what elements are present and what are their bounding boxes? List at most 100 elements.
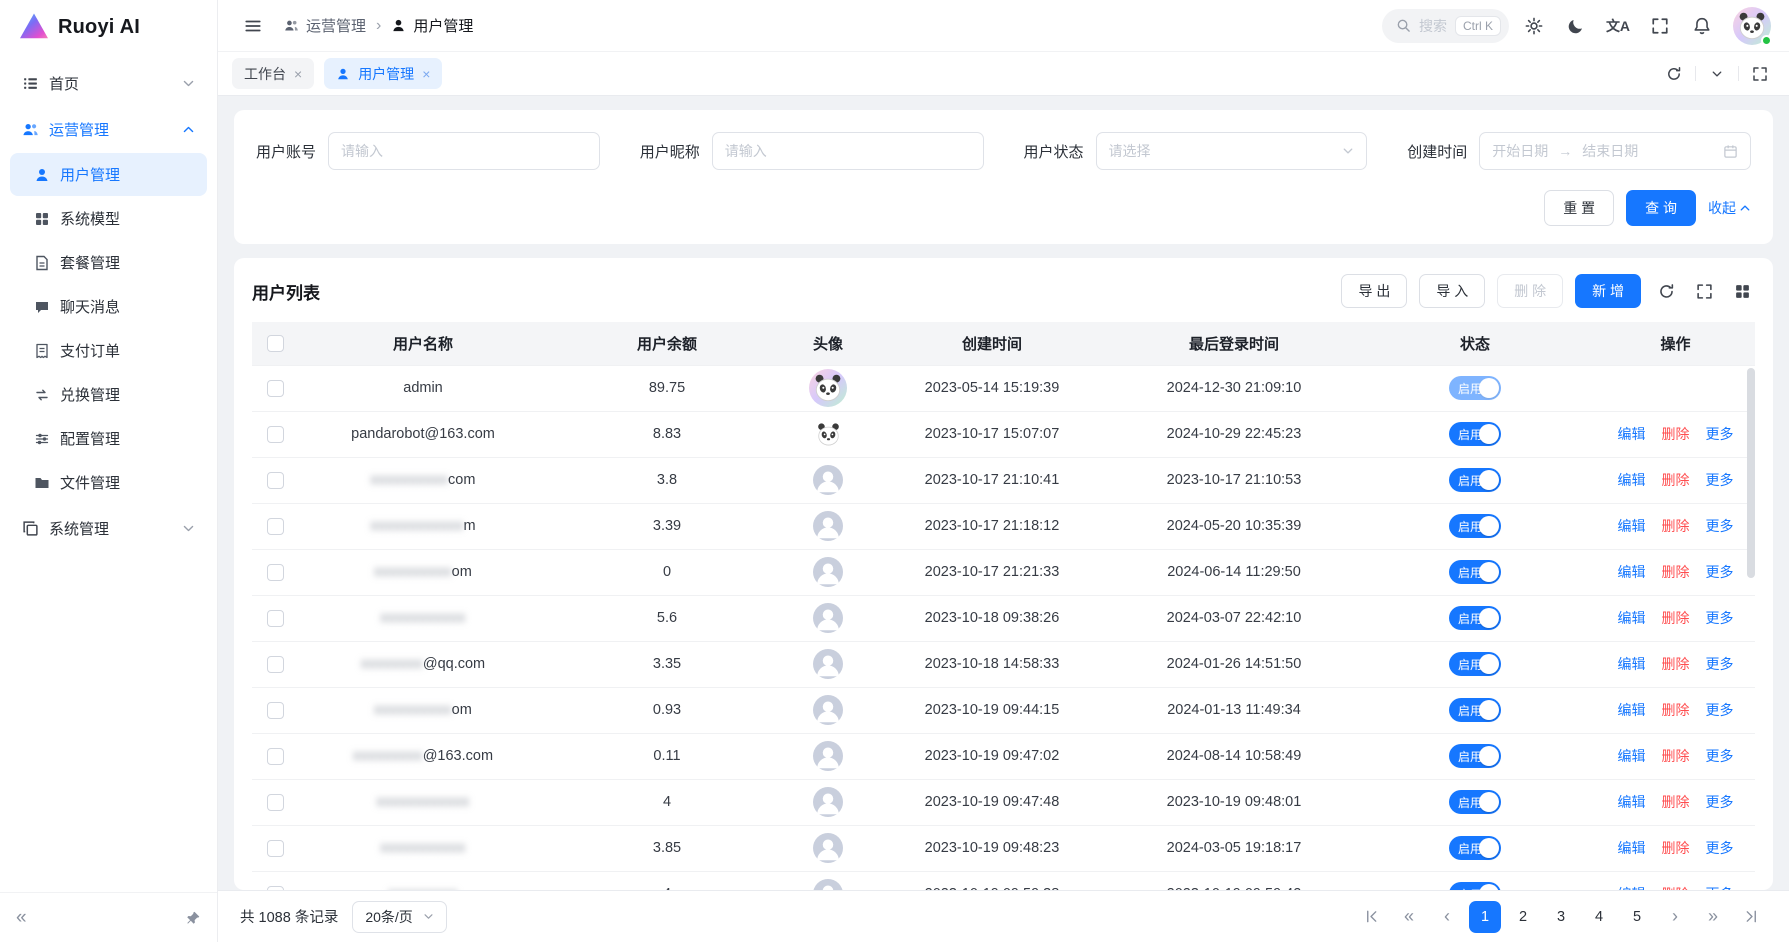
status-toggle[interactable]: 启用 — [1449, 514, 1501, 538]
sidebar-item-system-models[interactable]: 系统模型 — [10, 197, 207, 240]
more-link[interactable]: 更多 — [1706, 518, 1734, 534]
first-page-button[interactable] — [1355, 901, 1387, 933]
account-input[interactable] — [328, 132, 600, 170]
sidebar-item-file-management[interactable]: 文件管理 — [10, 461, 207, 504]
edit-link[interactable]: 编辑 — [1617, 610, 1645, 626]
more-link[interactable]: 更多 — [1706, 610, 1734, 626]
status-toggle[interactable]: 启用 — [1449, 422, 1501, 446]
refresh-tab-button[interactable] — [1659, 59, 1689, 89]
page-2-button[interactable]: 2 — [1507, 901, 1539, 933]
sidebar-item-system-management[interactable]: 系统管理 — [10, 505, 207, 551]
more-link[interactable]: 更多 — [1706, 472, 1734, 488]
delete-link[interactable]: 删除 — [1662, 518, 1690, 534]
status-toggle[interactable]: 启用 — [1449, 606, 1501, 630]
delete-link[interactable]: 删除 — [1662, 840, 1690, 856]
fullscreen-button[interactable] — [1643, 9, 1677, 43]
row-checkbox[interactable] — [267, 472, 284, 489]
search-button[interactable]: 查 询 — [1626, 190, 1696, 226]
row-checkbox[interactable] — [267, 886, 284, 891]
page-1-button[interactable]: 1 — [1469, 901, 1501, 933]
delete-link[interactable]: 删除 — [1662, 426, 1690, 442]
status-toggle[interactable]: 启用 — [1449, 836, 1501, 860]
edit-link[interactable]: 编辑 — [1617, 794, 1645, 810]
export-button[interactable]: 导 出 — [1341, 274, 1407, 308]
sidebar-item-payment-orders[interactable]: 支付订单 — [10, 329, 207, 372]
row-checkbox[interactable] — [267, 380, 284, 397]
edit-link[interactable]: 编辑 — [1617, 472, 1645, 488]
global-search[interactable]: 搜索 Ctrl K — [1382, 9, 1509, 43]
row-checkbox[interactable] — [267, 564, 284, 581]
more-link[interactable]: 更多 — [1706, 564, 1734, 580]
delete-link[interactable]: 删除 — [1662, 656, 1690, 672]
sidebar-item-config-management[interactable]: 配置管理 — [10, 417, 207, 460]
content-fullscreen-button[interactable] — [1745, 59, 1775, 89]
status-toggle[interactable]: 启用 — [1449, 882, 1501, 890]
status-toggle[interactable]: 启用 — [1449, 376, 1501, 400]
edit-link[interactable]: 编辑 — [1617, 702, 1645, 718]
more-link[interactable]: 更多 — [1706, 794, 1734, 810]
breadcrumb-operations[interactable]: 运营管理 — [284, 15, 366, 36]
row-checkbox[interactable] — [267, 748, 284, 765]
user-avatar-menu[interactable] — [1733, 7, 1771, 45]
collapse-filter-link[interactable]: 收起 — [1708, 198, 1751, 218]
add-button[interactable]: 新 增 — [1575, 274, 1641, 308]
jump-forward-button[interactable] — [1697, 901, 1729, 933]
edit-link[interactable]: 编辑 — [1617, 518, 1645, 534]
more-link[interactable]: 更多 — [1706, 840, 1734, 856]
tab-workbench[interactable]: 工作台 — [232, 58, 314, 89]
created-date-range[interactable]: 开始日期 结束日期 — [1479, 132, 1751, 170]
more-link[interactable]: 更多 — [1706, 748, 1734, 764]
table-fullscreen-button[interactable] — [1691, 278, 1717, 304]
edit-link[interactable]: 编辑 — [1617, 840, 1645, 856]
sidebar-item-home[interactable]: 首页 — [10, 60, 207, 106]
sidebar-item-package-management[interactable]: 套餐管理 — [10, 241, 207, 284]
more-link[interactable]: 更多 — [1706, 656, 1734, 672]
column-settings-button[interactable] — [1729, 278, 1755, 304]
table-scrollbar[interactable] — [1747, 368, 1755, 578]
page-3-button[interactable]: 3 — [1545, 901, 1577, 933]
status-toggle[interactable]: 启用 — [1449, 468, 1501, 492]
app-logo[interactable]: Ruoyi AI — [0, 0, 217, 54]
page-4-button[interactable]: 4 — [1583, 901, 1615, 933]
status-toggle[interactable]: 启用 — [1449, 698, 1501, 722]
close-icon[interactable] — [422, 67, 430, 81]
import-button[interactable]: 导 入 — [1419, 274, 1485, 308]
status-select[interactable]: 请选择 — [1096, 132, 1368, 170]
last-page-button[interactable] — [1735, 901, 1767, 933]
edit-link[interactable]: 编辑 — [1617, 656, 1645, 672]
row-checkbox[interactable] — [267, 610, 284, 627]
breadcrumb-user-management[interactable]: 用户管理 — [391, 15, 473, 36]
page-size-select[interactable]: 20条/页 — [352, 901, 446, 933]
more-link[interactable]: 更多 — [1706, 886, 1734, 890]
delete-button[interactable]: 删 除 — [1497, 274, 1563, 308]
status-toggle[interactable]: 启用 — [1449, 790, 1501, 814]
nickname-input[interactable] — [712, 132, 984, 170]
row-checkbox[interactable] — [267, 426, 284, 443]
tab-options-button[interactable] — [1702, 59, 1732, 89]
select-all-checkbox[interactable] — [267, 335, 284, 352]
more-link[interactable]: 更多 — [1706, 702, 1734, 718]
edit-link[interactable]: 编辑 — [1617, 564, 1645, 580]
dark-mode-button[interactable] — [1559, 9, 1593, 43]
edit-link[interactable]: 编辑 — [1617, 886, 1645, 890]
notifications-button[interactable] — [1685, 9, 1719, 43]
close-icon[interactable] — [294, 67, 302, 81]
jump-back-button[interactable] — [1393, 901, 1425, 933]
delete-link[interactable]: 删除 — [1662, 610, 1690, 626]
edit-link[interactable]: 编辑 — [1617, 748, 1645, 764]
settings-button[interactable] — [1517, 9, 1551, 43]
sidebar-item-user-management[interactable]: 用户管理 — [10, 153, 207, 196]
delete-link[interactable]: 删除 — [1662, 794, 1690, 810]
row-checkbox[interactable] — [267, 840, 284, 857]
delete-link[interactable]: 删除 — [1662, 564, 1690, 580]
sidebar-item-chat-messages[interactable]: 聊天消息 — [10, 285, 207, 328]
delete-link[interactable]: 删除 — [1662, 472, 1690, 488]
prev-page-button[interactable] — [1431, 901, 1463, 933]
row-checkbox[interactable] — [267, 702, 284, 719]
sidebar-item-operations[interactable]: 运营管理 — [10, 106, 207, 152]
edit-link[interactable]: 编辑 — [1617, 426, 1645, 442]
more-link[interactable]: 更多 — [1706, 426, 1734, 442]
tab-user-management[interactable]: 用户管理 — [324, 58, 442, 89]
row-checkbox[interactable] — [267, 656, 284, 673]
reset-button[interactable]: 重 置 — [1544, 190, 1614, 226]
